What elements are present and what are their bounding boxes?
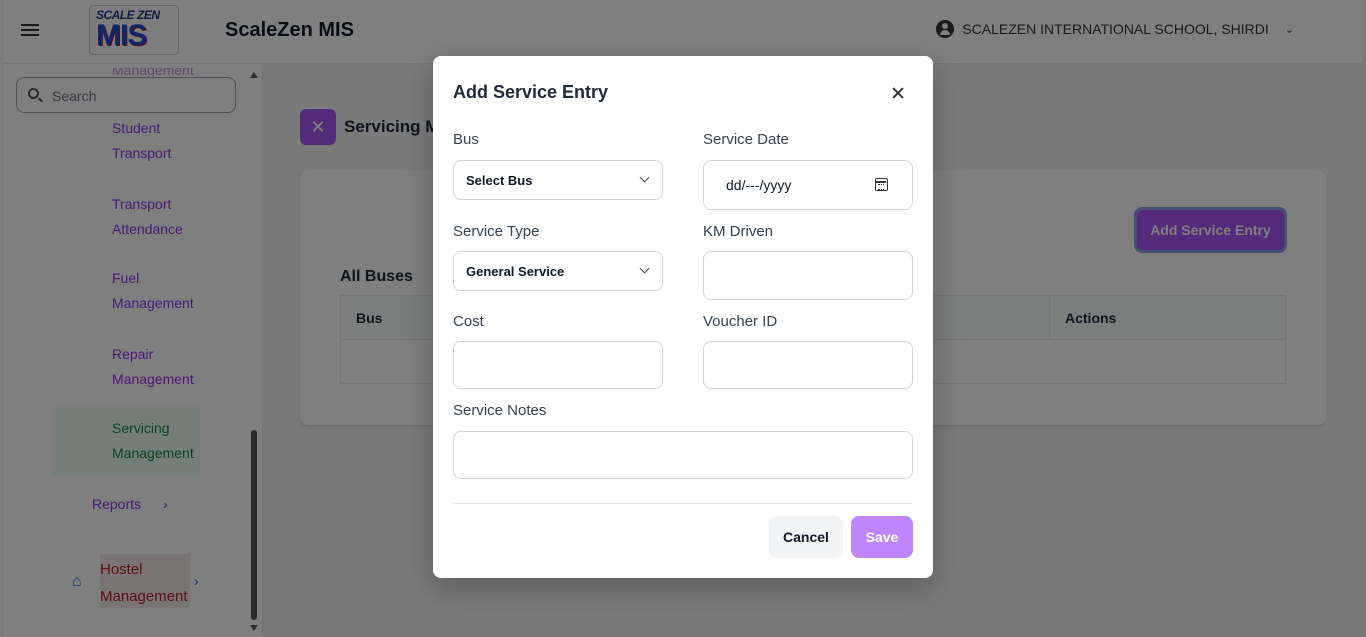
service-notes-input[interactable] xyxy=(453,431,913,479)
bus-select[interactable]: Select Bus xyxy=(453,160,663,200)
service-type-select[interactable]: General Service xyxy=(453,251,663,291)
service-date-label: Service Date xyxy=(703,131,789,148)
service-type-value: General Service xyxy=(466,264,565,279)
chevron-down-icon xyxy=(639,172,650,183)
chevron-down-icon xyxy=(639,263,650,274)
service-type-label: Service Type xyxy=(453,223,540,240)
km-driven-label: KM Driven xyxy=(703,223,774,240)
service-date-input[interactable]: dd/---/yyyy xyxy=(703,160,913,210)
voucher-id-label: Voucher ID xyxy=(703,313,778,330)
service-notes-label: Service Notes xyxy=(453,402,547,419)
add-service-entry-dialog: Add Service Entry Bus Select Bus Service… xyxy=(433,56,933,578)
km-driven-input[interactable] xyxy=(703,251,913,300)
save-button[interactable]: Save xyxy=(851,516,913,558)
cost-input[interactable] xyxy=(453,341,663,389)
dialog-title: Add Service Entry xyxy=(453,82,609,102)
close-icon[interactable] xyxy=(891,86,905,100)
cost-label: Cost xyxy=(453,313,484,330)
bus-label: Bus xyxy=(453,131,479,148)
bus-select-value: Select Bus xyxy=(466,173,533,188)
cancel-button[interactable]: Cancel xyxy=(769,516,843,558)
voucher-id-input[interactable] xyxy=(703,341,913,389)
footer-divider xyxy=(453,503,913,504)
calendar-icon[interactable] xyxy=(875,178,888,191)
service-date-value: dd/---/yyyy xyxy=(726,177,792,193)
